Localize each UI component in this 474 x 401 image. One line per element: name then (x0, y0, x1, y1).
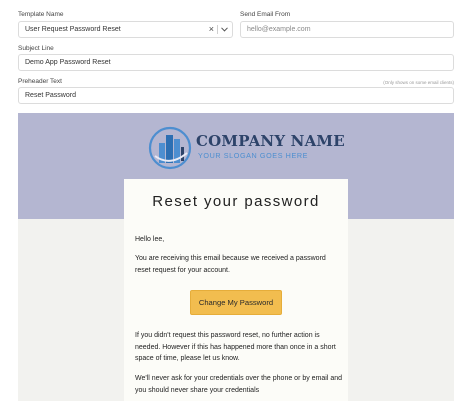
subject-line-label: Subject Line (18, 45, 54, 52)
template-name-select[interactable]: User Request Password Reset × (18, 21, 233, 38)
chevron-down-icon[interactable] (221, 27, 228, 32)
company-slogan: YOUR SLOGAN GOES HERE (198, 151, 309, 160)
template-name-label: Template Name (18, 11, 64, 18)
select-divider (217, 25, 218, 34)
company-logo: COMPANY NAME YOUR SLOGAN GOES HERE (147, 125, 345, 171)
email-intro-paragraph: You are receiving this email because we … (135, 255, 326, 274)
email-greeting: Hello lee, (135, 236, 165, 243)
email-security-paragraph: We'll never ask for your credentials ove… (135, 375, 343, 394)
preheader-text-input[interactable]: Reset Password (18, 87, 454, 104)
send-email-from-label: Send Email From (240, 11, 291, 18)
email-notice-paragraph: If you didn't request this password rese… (135, 332, 336, 363)
send-email-from-input[interactable]: hello@example.com (240, 21, 454, 38)
clear-icon[interactable]: × (209, 25, 214, 34)
email-body-card: Reset your password Hello lee, You are r… (124, 179, 348, 401)
company-name: COMPANY NAME (196, 132, 345, 150)
subject-line-input[interactable]: Demo App Password Reset (18, 54, 454, 71)
email-preview: COMPANY NAME YOUR SLOGAN GOES HERE Reset… (18, 113, 454, 401)
preheader-text-label: Preheader Text (18, 78, 62, 85)
select-controls: × (209, 22, 228, 37)
email-title: Reset your password (152, 193, 320, 210)
preheader-hint: (Only shows on some email clients) (383, 80, 454, 85)
change-password-button[interactable]: Change My Password (190, 290, 282, 315)
email-template-editor: Template Name User Request Password Rese… (0, 0, 474, 401)
building-logo-icon (148, 126, 192, 170)
template-name-value: User Request Password Reset (25, 26, 121, 33)
